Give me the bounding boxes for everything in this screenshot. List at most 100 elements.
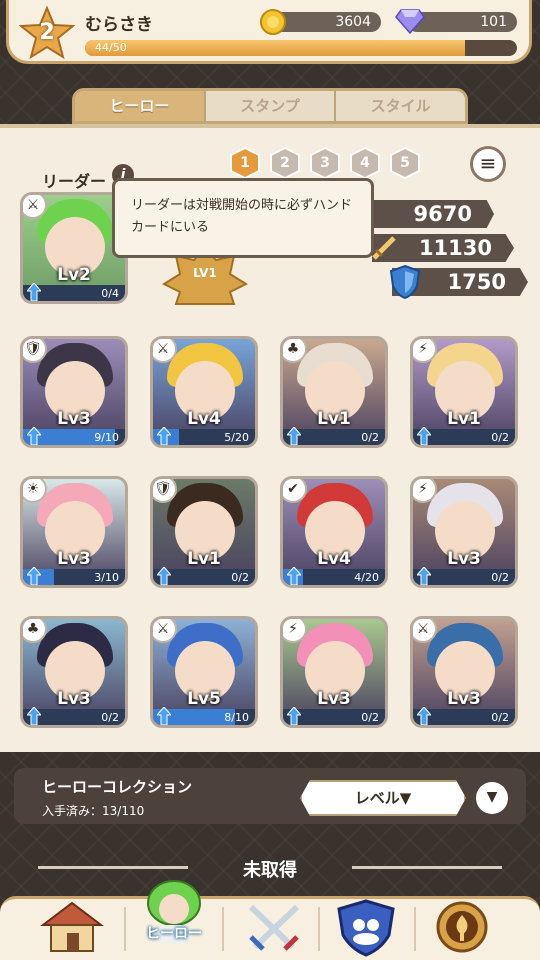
page-2-button[interactable]: 2 — [268, 146, 302, 180]
hero-level: Lv1 — [317, 409, 351, 429]
collection-title: ヒーローコレクション — [42, 778, 193, 796]
guild-shield-icon — [337, 899, 395, 957]
upgrade-arrow-icon — [287, 427, 301, 445]
upgrade-arrow-icon — [287, 707, 301, 725]
hero-card-count: 0/2 — [361, 431, 379, 444]
gem-icon — [395, 9, 425, 34]
upgrade-arrow-icon — [157, 427, 171, 445]
hero-card-count: 0/2 — [491, 711, 509, 724]
nav-heroes-label: ヒーロー — [146, 926, 202, 942]
hero-level: Lv5 — [187, 689, 221, 709]
nav-ranking[interactable] — [420, 899, 504, 959]
collection-bar: ヒーローコレクション 入手済み：13/110 レベル▼ ▼ — [14, 768, 526, 824]
hero-card[interactable]: ♣ Lv3 0/2 — [20, 616, 128, 728]
hero-level: Lv2 — [57, 265, 91, 285]
defense-shield-icon — [389, 264, 421, 300]
page-5-button[interactable]: 5 — [388, 146, 422, 180]
upgrade-arrow-icon — [417, 707, 431, 725]
hero-card[interactable]: ✔ Lv4 4/20 — [280, 476, 388, 588]
upgrade-arrow-icon — [27, 567, 41, 585]
tab-bar: ヒーロー スタンプ スタイル — [72, 88, 468, 124]
tab-styles[interactable]: スタイル — [336, 91, 465, 121]
laurel-spade-icon — [436, 901, 488, 953]
hero-level: Lv1 — [447, 409, 481, 429]
exp-bar-fill — [85, 40, 466, 56]
filter-button[interactable]: ▼ — [476, 782, 508, 814]
page-1-button[interactable]: 1 — [228, 146, 262, 180]
hero-card[interactable]: ☀ Lv3 3/10 — [20, 476, 128, 588]
nav-guild[interactable] — [324, 899, 408, 959]
filter-icon: ▼ — [486, 789, 498, 805]
hero-card-count: 3/10 — [94, 571, 119, 584]
nav-separator — [124, 907, 126, 951]
hero-card[interactable]: 🛡 Lv3 9/10 — [20, 336, 128, 448]
player-name: むらさき — [85, 15, 153, 35]
upgrade-arrow-icon — [27, 427, 41, 445]
upgrade-arrow-icon — [417, 427, 431, 445]
coin-value: 3604 — [335, 14, 371, 30]
player-header: 2 むらさき 44/50 3604 101 — [6, 0, 532, 64]
hero-card-count: 0/2 — [491, 431, 509, 444]
hero-level: Lv3 — [447, 689, 481, 709]
hero-card-count: 0/2 — [361, 711, 379, 724]
bottom-nav: ヒーロー — [0, 880, 540, 960]
nav-heroes[interactable]: ヒーロー — [132, 873, 216, 959]
upgrade-arrow-icon — [27, 707, 41, 725]
upgrade-arrow-icon — [157, 567, 171, 585]
upgrade-arrow-icon — [287, 567, 301, 585]
page-selector: 1 2 3 4 5 — [228, 146, 422, 180]
hero-card-count: 4/20 — [354, 571, 379, 584]
hero-level: Lv3 — [57, 549, 91, 569]
hero-card[interactable]: ♣ Lv1 0/2 — [280, 336, 388, 448]
menu-button[interactable]: ≡ — [470, 146, 506, 182]
hp-stat: 9670 — [372, 200, 494, 228]
unacquired-label: 未取得 — [243, 860, 297, 881]
leader-label: リーダー — [42, 172, 107, 191]
hero-card[interactable]: 🛡 Lv1 0/2 — [150, 476, 258, 588]
upgrade-arrow-icon — [27, 283, 41, 301]
page-number: 5 — [400, 155, 410, 171]
hero-level: Lv4 — [317, 549, 351, 569]
tab-heroes[interactable]: ヒーロー — [75, 91, 206, 121]
exp-bar: 44/50 — [85, 40, 517, 56]
house-icon — [40, 901, 104, 952]
exp-text: 44/50 — [95, 41, 127, 54]
hero-card-count: 0/2 — [491, 571, 509, 584]
hero-card-count: 0/2 — [101, 711, 119, 724]
hero-card[interactable]: ⚔ Lv4 5/20 — [150, 336, 258, 448]
hero-card-count: 8/10 — [224, 711, 249, 724]
nav-battle[interactable] — [232, 899, 316, 959]
hero-card[interactable]: ⚡ Lv3 0/2 — [410, 476, 518, 588]
nav-separator — [318, 907, 320, 951]
crossed-swords-icon — [248, 904, 300, 951]
hero-card[interactable]: ⚔ Lv5 8/10 — [150, 616, 258, 728]
hero-card-count: 0/4 — [101, 287, 119, 300]
player-level: 2 — [39, 20, 55, 45]
hamburger-icon: ≡ — [479, 151, 497, 175]
tab-stamps[interactable]: スタンプ — [205, 91, 337, 121]
sort-level-button[interactable]: レベル▼ — [300, 780, 466, 816]
hero-card[interactable]: ⚡ Lv3 0/2 — [280, 616, 388, 728]
page-number: 1 — [240, 155, 250, 171]
nav-separator — [414, 907, 416, 951]
upgrade-arrow-icon — [417, 567, 431, 585]
hero-level: Lv3 — [57, 409, 91, 429]
leader-tooltip: リーダーは対戦開始の時に必ずハンドカードにいる — [112, 178, 374, 258]
page-number: 2 — [280, 155, 290, 171]
hero-card[interactable]: ⚔ Lv3 0/2 — [410, 616, 518, 728]
collection-count: 入手済み：13/110 — [42, 804, 145, 818]
hero-card-count: 5/20 — [224, 431, 249, 444]
leader-badge-label: LV1 — [193, 266, 217, 280]
coin-counter[interactable]: 3604 — [271, 12, 381, 32]
nav-home[interactable] — [30, 899, 114, 959]
hero-level: Lv4 — [187, 409, 221, 429]
hero-card[interactable]: ⚡ Lv1 0/2 — [410, 336, 518, 448]
hero-level: Lv3 — [317, 689, 351, 709]
hero-level: Lv3 — [447, 549, 481, 569]
hero-card-count: 0/2 — [231, 571, 249, 584]
page-number: 4 — [360, 155, 370, 171]
page-3-button[interactable]: 3 — [308, 146, 342, 180]
gem-value: 101 — [480, 14, 507, 30]
page-4-button[interactable]: 4 — [348, 146, 382, 180]
page-number: 3 — [320, 155, 330, 171]
